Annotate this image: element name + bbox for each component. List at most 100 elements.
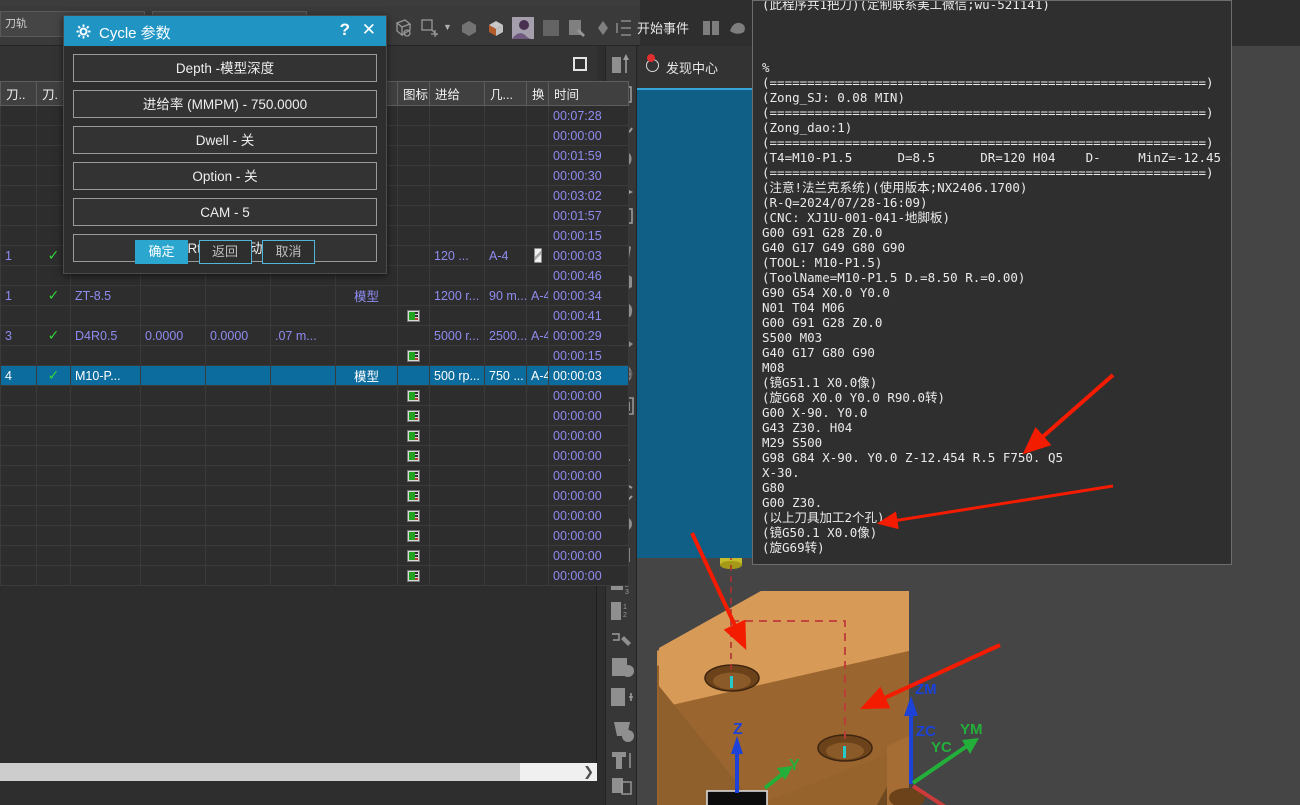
geometry-status-icon <box>407 430 420 443</box>
scrollbar-thumb[interactable] <box>0 763 520 781</box>
cell-geometry-icon <box>397 205 430 226</box>
table-row[interactable]: 1 ✓ ZT-8.5 模型 1200 r...90 m...A-400:00:34 <box>0 285 629 306</box>
cell-geom-short <box>484 205 527 226</box>
cell-change <box>526 445 549 466</box>
nc-code-line-27: X-30. <box>762 465 800 480</box>
column-header-8[interactable]: 进给 <box>429 81 485 106</box>
cycle-option-3[interactable]: Option - 关 <box>73 162 377 190</box>
chevron-down-icon[interactable]: ▼ <box>443 22 452 32</box>
cell-geom-short <box>484 105 527 126</box>
cell-time: 00:01:57 <box>548 205 629 226</box>
column-header-9[interactable]: 几... <box>484 81 527 106</box>
discovery-blue-panel[interactable] <box>637 88 752 558</box>
ok-button[interactable]: 确定 <box>135 240 189 264</box>
cell-geometry <box>335 405 398 426</box>
back-button[interactable]: 返回 <box>198 240 252 264</box>
cell-offset-x <box>140 505 206 526</box>
check-icon: ✓ <box>47 367 60 383</box>
shade-icon[interactable] <box>540 17 562 39</box>
cell-geom-short <box>484 305 527 326</box>
svg-text:YC: YC <box>931 739 952 756</box>
table-row[interactable]: 00:00:00 <box>0 525 629 546</box>
scroll-right-arrow-icon[interactable]: ❯ <box>583 764 594 780</box>
column-header-10[interactable]: 换 <box>526 81 549 106</box>
horizontal-scrollbar[interactable]: ❯ <box>0 763 597 781</box>
table-row[interactable]: 00:00:00 <box>0 485 629 506</box>
table-row[interactable]: 00:00:00 <box>0 385 629 406</box>
cell-number <box>0 565 37 586</box>
cancel-button[interactable]: 取消 <box>261 240 315 264</box>
table-row[interactable]: 00:00:00 <box>0 405 629 426</box>
table-row[interactable]: 00:00:00 <box>0 565 629 586</box>
cell-tolerance <box>270 345 336 366</box>
nc-code-line-7: (=======================================… <box>762 165 1214 180</box>
cell-time: 00:00:00 <box>548 485 629 506</box>
list-settings-icon[interactable] <box>613 17 635 39</box>
cube-crop-icon[interactable] <box>418 17 440 39</box>
cell-feed <box>429 445 485 466</box>
cell-number <box>0 105 37 126</box>
table-row[interactable]: 00:00:15 <box>0 345 629 366</box>
cycle-option-2[interactable]: Dwell - 关 <box>73 126 377 154</box>
split-block-icon[interactable] <box>700 17 722 39</box>
cell-offset-x <box>140 565 206 586</box>
diamond-arrows-icon[interactable] <box>592 17 614 39</box>
cycle-option-1[interactable]: 进给率 (MMPM) - 750.0000 <box>73 90 377 118</box>
cell-geometry-icon <box>397 465 430 486</box>
cycle-option-list[interactable]: Depth -模型深度 进给率 (MMPM) - 750.0000 Dwell - … <box>64 54 386 262</box>
column-header-7[interactable]: 图标 <box>397 81 430 106</box>
table-row[interactable]: 00:00:00 <box>0 545 629 566</box>
cell-time: 00:00:03 <box>548 245 629 266</box>
cell-geometry-icon <box>397 245 430 266</box>
cell-feed <box>429 205 485 226</box>
column-header-11[interactable]: 时间 <box>548 81 629 106</box>
column-header-0[interactable]: 刀.. <box>0 81 37 106</box>
cell-number <box>0 125 37 146</box>
cell-geometry <box>335 325 398 346</box>
cell-change <box>526 345 549 366</box>
cell-number <box>0 465 37 486</box>
wrench-page-icon[interactable] <box>566 17 588 39</box>
table-row[interactable]: 00:00:41 <box>0 305 629 326</box>
table-row[interactable]: 00:00:00 <box>0 425 629 446</box>
drill-tool-icon <box>533 248 542 264</box>
cell-change <box>526 505 549 526</box>
help-icon[interactable]: ? <box>340 20 350 40</box>
image-thumb-icon[interactable] <box>511 16 535 40</box>
close-icon[interactable]: ✕ <box>362 20 376 40</box>
blob-icon[interactable] <box>726 17 748 39</box>
cell-feed <box>429 385 485 406</box>
cell-change <box>526 405 549 426</box>
cell-tool <box>70 505 141 526</box>
cell-time: 00:00:41 <box>548 305 629 326</box>
nc-code-line-11: G00 G91 G28 Z0.0 <box>762 225 883 240</box>
table-row[interactable]: 00:00:00 <box>0 505 629 526</box>
hexagon-icon[interactable] <box>458 17 480 39</box>
cell-status: ✓ <box>36 325 71 346</box>
cell-status <box>36 525 71 546</box>
table-row[interactable]: 4 ✓ M10-P... 模型 500 rp...750 ...A-400:00:03 <box>0 365 629 386</box>
cycle-option-0[interactable]: Depth -模型深度 <box>73 54 377 82</box>
cycle-option-4[interactable]: CAM - 5 <box>73 198 377 226</box>
maximize-icon[interactable] <box>573 57 587 71</box>
start-event-button[interactable]: 开始事件 <box>637 18 689 37</box>
cycle-parameters-dialog[interactable]: Cycle 参数 ? ✕ Depth -模型深度 进给率 (MMPM) - 750… <box>63 15 387 274</box>
cell-geometry <box>335 425 398 446</box>
table-row[interactable]: 00:00:00 <box>0 465 629 486</box>
discovery-center-header[interactable]: 发现中心 <box>637 46 752 88</box>
cell-offset-y <box>205 345 271 366</box>
nc-code-line-12: G40 G17 G49 G80 G90 <box>762 240 905 255</box>
table-row[interactable]: 00:00:00 <box>0 445 629 466</box>
cell-status <box>36 345 71 366</box>
cell-time: 00:00:00 <box>548 505 629 526</box>
nc-code-panel[interactable]: (此程序共1把刀)(定制联系美工微信;wu-521141) % (========… <box>752 0 1232 565</box>
cell-feed <box>429 185 485 206</box>
cell-time: 00:00:00 <box>548 525 629 546</box>
dialog-titlebar[interactable]: Cycle 参数 ? ✕ <box>64 16 386 46</box>
cube-orange-icon[interactable] <box>485 17 507 39</box>
cell-tolerance <box>270 485 336 506</box>
cell-time: 00:00:00 <box>548 425 629 446</box>
cube-node-icon[interactable] <box>392 17 414 39</box>
table-row[interactable]: 3 ✓ D4R0.5 0.0000 0.0000.07 m... 5000 r... 250… <box>0 325 629 346</box>
nc-code-line-17: G00 G91 G28 Z0.0 <box>762 315 883 330</box>
